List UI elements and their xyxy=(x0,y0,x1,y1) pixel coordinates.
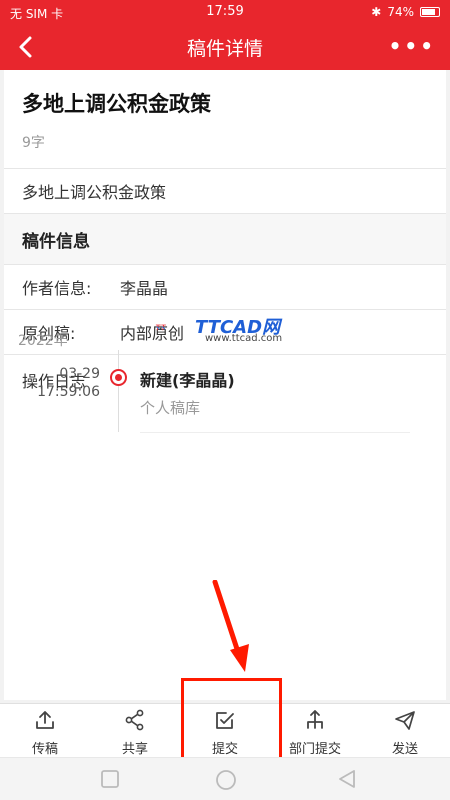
author-label: 作者信息: xyxy=(22,279,92,298)
tab-department-submit-label: 部门提交 xyxy=(288,742,341,757)
log-entry-divider xyxy=(140,432,410,433)
watermark-url: www.ttcad.com xyxy=(205,333,283,344)
department-submit-icon xyxy=(307,710,323,729)
tab-share[interactable]: 共享 xyxy=(90,704,180,757)
tab-upload-label: 传稿 xyxy=(31,742,58,757)
log-entry-time: 17:59:06 xyxy=(37,384,100,400)
battery-percent: 74% xyxy=(387,5,414,19)
log-entry-title: 新建(李晶晶) xyxy=(140,371,235,390)
log-entry-date: 03-29 xyxy=(59,366,100,382)
status-right: ✱ 74% xyxy=(371,5,440,19)
upload-icon xyxy=(36,711,54,729)
more-menu-button[interactable]: ••• xyxy=(389,34,436,58)
word-count: 9字 xyxy=(22,135,45,151)
section-title-info: 稿件信息 xyxy=(4,214,446,264)
watermark-logo-icon xyxy=(155,324,166,331)
tab-share-label: 共享 xyxy=(121,742,148,757)
tab-send[interactable]: 发送 xyxy=(360,704,450,757)
header: 稿件详情 ••• xyxy=(0,24,450,70)
log-entry-datetime: 03-29 17:59:06 xyxy=(0,365,100,401)
status-bar: 无 SIM 卡 17:59 ✱ 74% xyxy=(0,0,450,24)
battery-icon xyxy=(420,7,440,17)
home-icon[interactable] xyxy=(215,769,237,791)
tab-upload[interactable]: 传稿 xyxy=(0,704,90,757)
author-value: 李晶晶 xyxy=(120,279,169,298)
article-body-preview: 多地上调公积金政策 xyxy=(22,183,167,202)
tab-send-label: 发送 xyxy=(391,742,418,757)
page-title: 稿件详情 xyxy=(186,38,263,60)
author-row: 作者信息: 李晶晶 xyxy=(4,265,446,309)
system-navigation-bar xyxy=(0,757,450,800)
bluetooth-icon: ✱ xyxy=(371,5,382,19)
share-icon xyxy=(125,709,144,731)
timeline-dot-icon xyxy=(110,369,127,386)
tab-department-submit[interactable]: 部门提交 xyxy=(270,704,360,757)
send-icon xyxy=(395,711,415,730)
log-year: 2022年 xyxy=(18,333,68,349)
article-headline: 多地上调公积金政策 xyxy=(22,92,211,116)
back-nav-icon[interactable] xyxy=(337,769,357,789)
log-entry-subtitle: 个人稿库 xyxy=(140,399,201,417)
timeline-line xyxy=(118,350,119,432)
recent-apps-icon[interactable] xyxy=(100,769,120,789)
annotation-arrow-icon xyxy=(212,580,249,672)
